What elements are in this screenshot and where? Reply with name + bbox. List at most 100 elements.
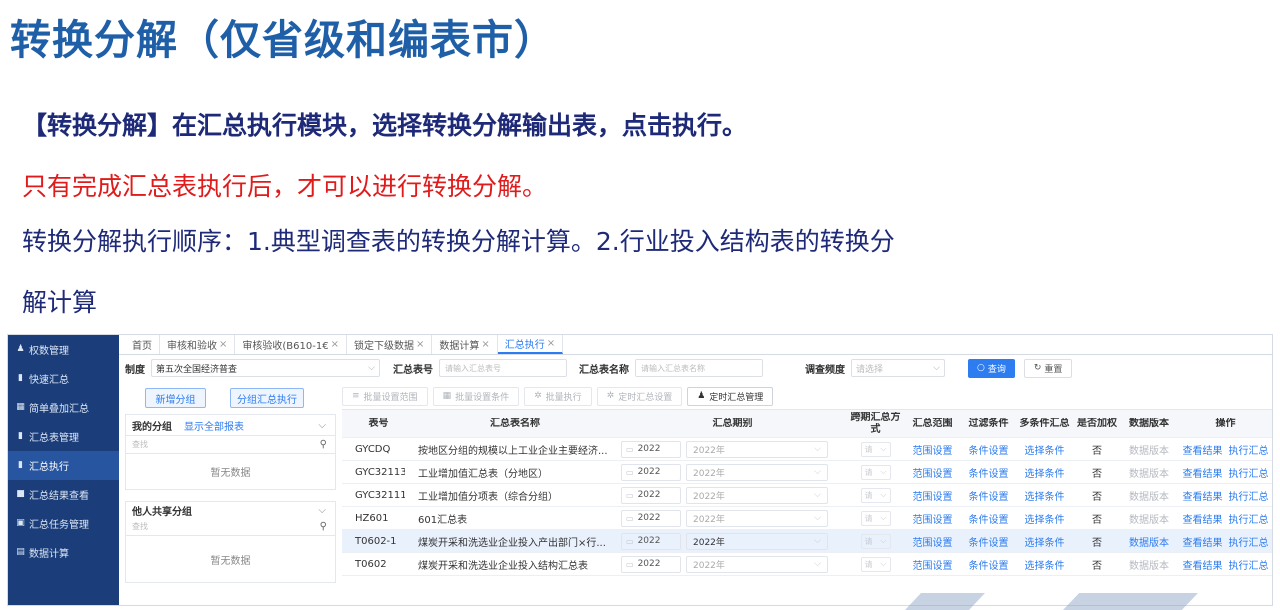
close-icon[interactable]: × xyxy=(481,339,489,350)
chevron-down-icon[interactable]: ⌵ xyxy=(318,505,326,516)
version-link[interactable]: 数据版本 xyxy=(1121,534,1177,549)
table-row[interactable]: HZ601 601汇总表 ▭ 2022 2022年 ⌵ 请 ⌵ 范围设置 条件设置 选择条件否数据版… xyxy=(342,507,1272,530)
timed-manage-button[interactable]: ♟ 定时汇总管理 xyxy=(687,386,774,406)
tab[interactable]: 汇总执行 × xyxy=(497,335,564,354)
table-row[interactable]: GYCDQ 按地区分组的规模以上工业企业主要经济... ▭ 2022 2022年 ⌵ 请 ⌵ 范… xyxy=(342,438,1272,461)
scope-link[interactable]: 范围设置 xyxy=(904,557,961,572)
tab[interactable]: 锁定下级数据 × xyxy=(347,335,433,354)
span-select[interactable]: 请 ⌵ xyxy=(860,464,891,480)
filter-link[interactable]: 条件设置 xyxy=(961,488,1016,503)
version-link[interactable]: 数据版本 xyxy=(1121,488,1177,503)
exec-summary-link[interactable]: 执行汇总 xyxy=(1229,534,1269,549)
scope-link[interactable]: 范围设置 xyxy=(904,511,961,526)
filter-link[interactable]: 条件设置 xyxy=(961,534,1016,549)
table-row[interactable]: GYC32113 工业增加值汇总表（分地区） ▭ 2022 2022年 ⌵ 请 ⌵ 范围设置 条件… xyxy=(342,461,1272,484)
filter-link[interactable]: 条件设置 xyxy=(961,442,1016,457)
sidebar-item[interactable]: ■ 汇总结果查看 xyxy=(8,480,119,509)
period-select[interactable]: 2022年 ⌵ xyxy=(686,463,828,481)
exec-summary-link[interactable]: 执行汇总 xyxy=(1229,465,1269,480)
filter-link[interactable]: 条件设置 xyxy=(961,557,1016,572)
batch-exec-button[interactable]: ✲ 批量执行 xyxy=(524,386,592,406)
exec-summary-link[interactable]: 执行汇总 xyxy=(1229,511,1269,526)
multi-link[interactable]: 选择条件 xyxy=(1016,465,1073,480)
year-picker[interactable]: ▭ 2022 xyxy=(621,463,681,481)
view-result-link[interactable]: 查看结果 xyxy=(1183,442,1223,457)
sidebar-item[interactable]: ▣ 汇总任务管理 xyxy=(8,509,119,538)
reset-button[interactable]: ↻ 重置 xyxy=(1023,358,1073,378)
name-input[interactable]: 请输入汇总表名称 xyxy=(635,359,763,377)
close-icon[interactable]: × xyxy=(547,338,555,349)
sidebar-item[interactable]: ▮ 快速汇总 xyxy=(8,364,119,393)
period-select[interactable]: 2022年 ⌵ xyxy=(686,440,828,458)
span-select[interactable]: 请 ⌵ xyxy=(860,487,891,503)
view-result-link[interactable]: 查看结果 xyxy=(1183,465,1223,480)
tab[interactable]: 审核和验收 × xyxy=(160,335,236,354)
sidebar-item[interactable]: ▤ 数据计算 xyxy=(8,538,119,567)
chevron-down-icon[interactable]: ⌵ xyxy=(318,420,326,431)
code-input[interactable]: 请输入汇总表号 xyxy=(439,359,567,377)
span-select[interactable]: 请 ⌵ xyxy=(860,533,891,549)
sidebar-item[interactable]: ▮ 汇总执行 xyxy=(8,451,119,480)
span-select[interactable]: 请 ⌵ xyxy=(860,441,891,457)
period-select[interactable]: 2022年 ⌵ xyxy=(686,555,828,573)
tab[interactable]: 审核验收(B610-1€ × xyxy=(235,335,347,354)
my-group-search-input[interactable]: 查找 ⚲ xyxy=(125,436,336,454)
shared-group-search-input[interactable]: 查找 ⚲ xyxy=(125,518,336,536)
search-icon[interactable]: ⚲ xyxy=(320,439,327,450)
year-picker[interactable]: ▭ 2022 xyxy=(621,440,681,458)
multi-link[interactable]: 选择条件 xyxy=(1016,557,1073,572)
group-exec-button[interactable]: 分组汇总执行 xyxy=(230,388,304,408)
filter-link[interactable]: 条件设置 xyxy=(961,511,1016,526)
filter-link[interactable]: 条件设置 xyxy=(961,465,1016,480)
year-picker[interactable]: ▭ 2022 xyxy=(621,532,681,550)
year-picker[interactable]: ▭ 2022 xyxy=(621,509,681,527)
close-icon[interactable]: × xyxy=(416,339,424,350)
timed-setting-button[interactable]: ✲ 定时汇总设置 xyxy=(596,386,683,406)
tab[interactable]: 数据计算 × xyxy=(432,335,498,354)
exec-summary-link[interactable]: 执行汇总 xyxy=(1229,557,1269,572)
sidebar-item[interactable]: ♟ 权数管理 xyxy=(8,335,119,364)
version-link[interactable]: 数据版本 xyxy=(1121,557,1177,572)
scope-link[interactable]: 范围设置 xyxy=(904,488,961,503)
multi-link[interactable]: 选择条件 xyxy=(1016,534,1073,549)
shared-group-header[interactable]: 他人共享分组 ⌵ xyxy=(125,501,336,518)
period-select[interactable]: 2022年 ⌵ xyxy=(686,509,828,527)
system-select[interactable]: 第五次全国经济普查 ⌵ xyxy=(151,359,380,377)
version-link[interactable]: 数据版本 xyxy=(1121,442,1177,457)
table-row[interactable]: T0602-1 煤炭开采和洗选业企业投入产出部门×行... ▭ 2022 2022年 ⌵ 请… xyxy=(342,530,1272,553)
freq-select[interactable]: 请选择 ⌵ xyxy=(851,359,945,377)
batch-scope-button[interactable]: ≡ 批量设置范围 xyxy=(342,386,428,406)
span-select[interactable]: 请 ⌵ xyxy=(860,510,891,526)
multi-link[interactable]: 选择条件 xyxy=(1016,511,1073,526)
view-result-link[interactable]: 查看结果 xyxy=(1183,511,1223,526)
tab[interactable]: 首页 xyxy=(125,335,160,354)
table-row[interactable]: T0602 煤炭开采和洗选业企业投入结构汇总表 ▭ 2022 2022年 ⌵ 请 ⌵ 范围设置条… xyxy=(342,553,1272,576)
multi-link[interactable]: 选择条件 xyxy=(1016,442,1073,457)
scope-link[interactable]: 范围设置 xyxy=(904,534,961,549)
year-picker[interactable]: ▭ 2022 xyxy=(621,555,681,573)
scope-link[interactable]: 范围设置 xyxy=(904,465,961,480)
scope-link[interactable]: 范围设置 xyxy=(904,442,961,457)
show-all-link[interactable]: 显示全部报表 xyxy=(184,418,244,433)
batch-condition-button[interactable]: ▦ 批量设置条件 xyxy=(432,386,520,406)
multi-link[interactable]: 选择条件 xyxy=(1016,488,1073,503)
exec-summary-link[interactable]: 执行汇总 xyxy=(1229,442,1269,457)
search-button[interactable]: ○ 查询 xyxy=(968,358,1015,378)
add-group-button[interactable]: 新增分组 xyxy=(145,388,206,408)
sidebar-item[interactable]: ▮ 汇总表管理 xyxy=(8,422,119,451)
period-select[interactable]: 2022年 ⌵ xyxy=(686,532,828,550)
exec-summary-link[interactable]: 执行汇总 xyxy=(1229,488,1269,503)
view-result-link[interactable]: 查看结果 xyxy=(1183,534,1223,549)
close-icon[interactable]: × xyxy=(219,339,227,350)
close-icon[interactable]: × xyxy=(331,339,339,350)
table-row[interactable]: GYC32111 工业增加值分项表（综合分组） ▭ 2022 2022年 ⌵ 请 ⌵ 范围设置条… xyxy=(342,484,1272,507)
year-picker[interactable]: ▭ 2022 xyxy=(621,486,681,504)
view-result-link[interactable]: 查看结果 xyxy=(1183,488,1223,503)
search-icon[interactable]: ⚲ xyxy=(320,521,327,532)
view-result-link[interactable]: 查看结果 xyxy=(1183,557,1223,572)
version-link[interactable]: 数据版本 xyxy=(1121,511,1177,526)
period-select[interactable]: 2022年 ⌵ xyxy=(686,486,828,504)
my-group-header[interactable]: 我的分组 显示全部报表 ⌵ xyxy=(125,414,336,436)
span-select[interactable]: 请 ⌵ xyxy=(860,556,891,572)
version-link[interactable]: 数据版本 xyxy=(1121,465,1177,480)
